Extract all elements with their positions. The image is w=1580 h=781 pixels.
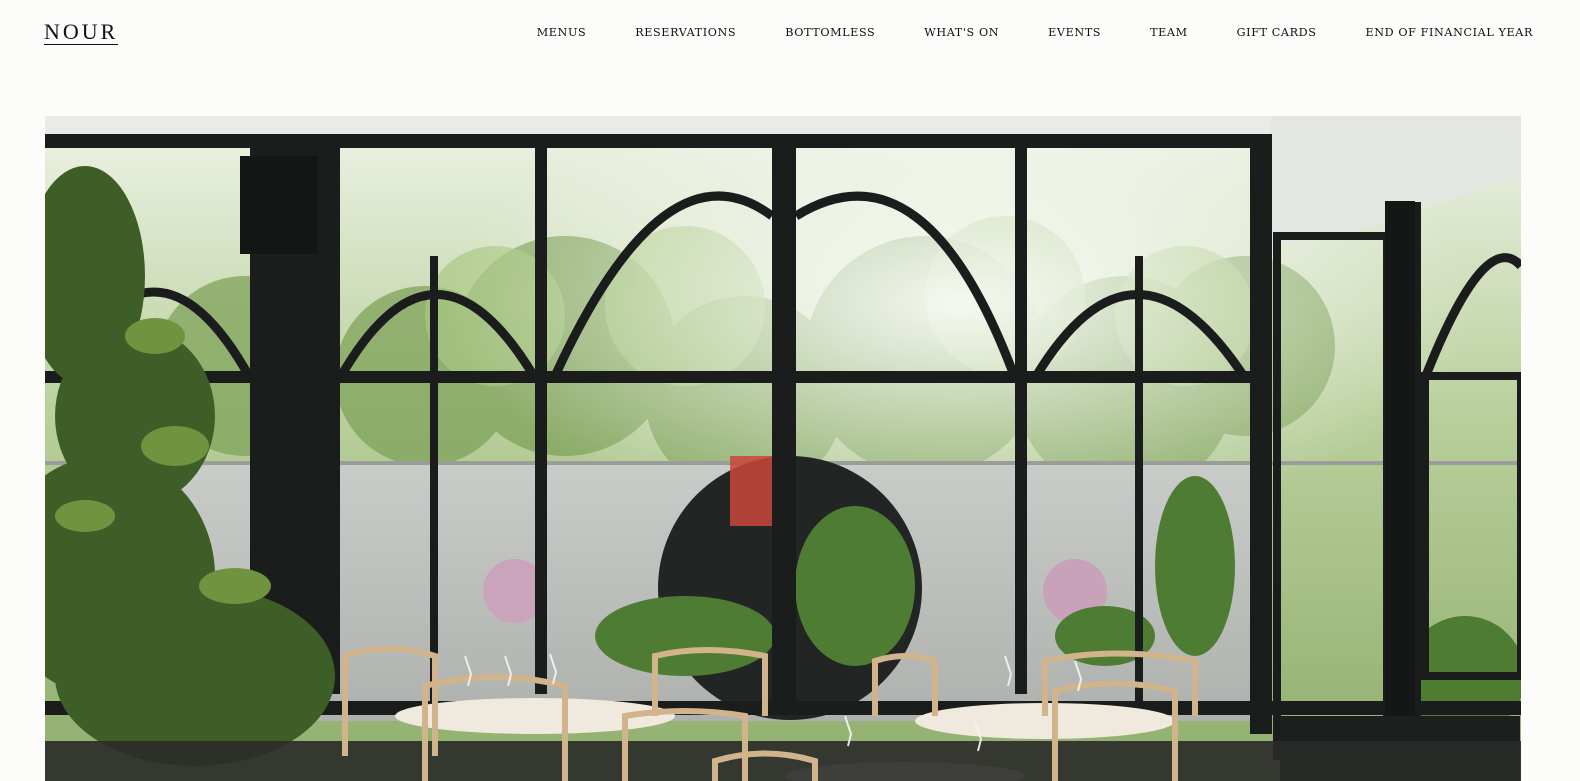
restaurant-interior-photo bbox=[45, 116, 1521, 781]
nav-menus[interactable]: MENUS bbox=[537, 26, 587, 40]
nav-events[interactable]: EVENTS bbox=[1048, 26, 1101, 40]
main-nav: MENUS RESERVATIONS BOTTOMLESS WHAT'S ON … bbox=[537, 26, 1533, 40]
hero-image bbox=[45, 116, 1521, 781]
site-header: NOUR MENUS RESERVATIONS BOTTOMLESS WHAT'… bbox=[0, 0, 1580, 66]
nav-end-of-financial-year[interactable]: END OF FINANCIAL YEAR bbox=[1365, 26, 1533, 40]
nav-bottomless[interactable]: BOTTOMLESS bbox=[785, 26, 875, 40]
nav-reservations[interactable]: RESERVATIONS bbox=[635, 26, 736, 40]
nav-gift-cards[interactable]: GIFT CARDS bbox=[1237, 26, 1317, 40]
nav-team[interactable]: TEAM bbox=[1150, 26, 1188, 40]
brand-logo[interactable]: NOUR bbox=[44, 19, 119, 45]
nav-whats-on[interactable]: WHAT'S ON bbox=[924, 26, 999, 40]
logo-text: NOUR bbox=[44, 19, 119, 45]
